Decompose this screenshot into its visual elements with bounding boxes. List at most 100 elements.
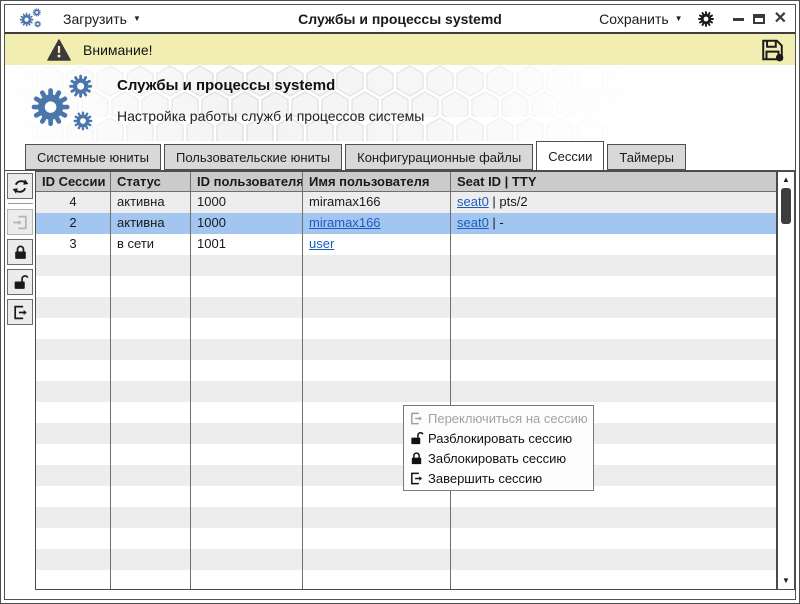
save-session-icon[interactable] xyxy=(760,38,785,62)
cell-session-id xyxy=(36,255,111,276)
cell-seat-tty xyxy=(451,570,776,590)
tab-sessions[interactable]: Сессии xyxy=(536,141,604,170)
table-row-empty[interactable] xyxy=(36,570,776,590)
column-header-session-id[interactable]: ID Сессии xyxy=(36,172,111,191)
cell-status xyxy=(111,507,191,528)
terminate-session-button[interactable] xyxy=(7,299,33,325)
cell-user-id xyxy=(191,255,303,276)
unlock-session-button[interactable] xyxy=(7,269,33,295)
cell-seat-tty xyxy=(451,297,776,318)
cell-session-id xyxy=(36,528,111,549)
cell-user-id xyxy=(191,423,303,444)
banner-subtitle: Настройка работы служб и процессов систе… xyxy=(117,108,424,124)
lock-session-button[interactable] xyxy=(7,239,33,265)
cell-user-id xyxy=(191,318,303,339)
column-header-user-id[interactable]: ID пользователя xyxy=(191,172,303,191)
cell-user-id xyxy=(191,381,303,402)
cell-status xyxy=(111,381,191,402)
cell-status xyxy=(111,360,191,381)
table-row-empty[interactable] xyxy=(36,297,776,318)
context-menu-item[interactable]: Завершить сессию xyxy=(404,468,593,488)
column-header-user-name[interactable]: Имя пользователя xyxy=(303,172,451,191)
user-name-link[interactable]: user xyxy=(309,236,334,251)
save-menu-label: Сохранить xyxy=(599,11,669,27)
settings-gear-icon[interactable] xyxy=(697,10,715,28)
table-row[interactable]: 2активна1000miramax166seat0 | - xyxy=(36,213,776,234)
scroll-up-icon[interactable]: ▲ xyxy=(782,172,790,186)
table-row-empty[interactable] xyxy=(36,507,776,528)
cell-session-id xyxy=(36,276,111,297)
table-row-empty[interactable] xyxy=(36,339,776,360)
cell-session-id xyxy=(36,570,111,590)
context-menu-item-label: Заблокировать сессию xyxy=(428,451,566,466)
context-menu-item-label: Разблокировать сессию xyxy=(428,431,572,446)
table-row-empty[interactable] xyxy=(36,381,776,402)
chevron-down-icon: ▼ xyxy=(675,15,683,23)
tab-system-units[interactable]: Системные юниты xyxy=(25,144,161,170)
save-menu-button[interactable]: Сохранить ▼ xyxy=(599,11,683,27)
table-row-empty[interactable] xyxy=(36,360,776,381)
cell-user-name xyxy=(303,297,451,318)
column-header-seat-tty[interactable]: Seat ID | TTY xyxy=(451,172,776,191)
cell-session-id xyxy=(36,486,111,507)
column-header-status[interactable]: Статус xyxy=(111,172,191,191)
tab-user-units[interactable]: Пользовательские юниты xyxy=(164,144,342,170)
cell-session-id xyxy=(36,465,111,486)
cell-user-name: miramax166 xyxy=(303,213,451,234)
cell-status xyxy=(111,486,191,507)
cell-status xyxy=(111,570,191,590)
window-frame: Загрузить ▼ Службы и процессы systemd Со… xyxy=(4,4,796,600)
cell-status xyxy=(111,276,191,297)
table-row-empty[interactable] xyxy=(36,528,776,549)
table-row-empty[interactable] xyxy=(36,276,776,297)
refresh-icon xyxy=(12,178,29,195)
switch-session-button[interactable] xyxy=(7,209,33,235)
seat-id-link[interactable]: seat0 xyxy=(457,194,489,209)
cell-user-id: 1000 xyxy=(191,192,303,213)
cell-seat-tty xyxy=(451,528,776,549)
context-menu-item[interactable]: Заблокировать сессию xyxy=(404,448,593,468)
cell-user-name: user xyxy=(303,234,451,255)
refresh-button[interactable] xyxy=(7,173,33,199)
context-menu-item[interactable]: Разблокировать сессию xyxy=(404,428,593,448)
window-title: Службы и процессы systemd xyxy=(298,11,502,27)
seat-id-link[interactable]: seat0 xyxy=(457,215,489,230)
user-name-link[interactable]: miramax166 xyxy=(309,215,381,230)
cell-session-id xyxy=(36,423,111,444)
scrollbar-thumb[interactable] xyxy=(781,188,791,224)
tab-config-files[interactable]: Конфигурационные файлы xyxy=(345,144,533,170)
cell-session-id xyxy=(36,318,111,339)
lock-icon xyxy=(12,244,29,261)
vertical-scrollbar[interactable]: ▲ ▼ xyxy=(777,171,795,590)
context-menu-item-label: Переключиться на сессию xyxy=(428,411,588,426)
table-row[interactable]: 4активна1000miramax166seat0 | pts/2 xyxy=(36,192,776,213)
cell-status xyxy=(111,339,191,360)
logout-icon xyxy=(12,304,29,321)
cell-session-id xyxy=(36,339,111,360)
cell-status xyxy=(111,402,191,423)
switch-session-icon xyxy=(12,214,29,231)
tab-timers[interactable]: Таймеры xyxy=(607,144,686,170)
table-row-empty[interactable] xyxy=(36,255,776,276)
close-button[interactable]: ✕ xyxy=(774,11,787,27)
minimize-button[interactable] xyxy=(733,18,744,21)
scroll-down-icon[interactable]: ▼ xyxy=(782,575,790,589)
table-row[interactable]: 3в сети1001user xyxy=(36,234,776,255)
tab-strip: Системные юнитыПользовательские юнитыКон… xyxy=(5,141,795,170)
table-row-empty[interactable] xyxy=(36,318,776,339)
cell-seat-tty xyxy=(451,360,776,381)
tty-text: | pts/2 xyxy=(489,194,528,209)
unlock-icon xyxy=(12,274,29,291)
cell-user-id xyxy=(191,444,303,465)
cell-user-id xyxy=(191,402,303,423)
load-menu-label: Загрузить xyxy=(63,11,127,27)
cell-user-name xyxy=(303,276,451,297)
cell-status xyxy=(111,528,191,549)
cell-user-id xyxy=(191,528,303,549)
context-menu-item[interactable]: Переключиться на сессию xyxy=(404,408,593,428)
table-row-empty[interactable] xyxy=(36,549,776,570)
cell-user-name xyxy=(303,570,451,590)
banner-title: Службы и процессы systemd xyxy=(117,77,424,94)
maximize-button[interactable] xyxy=(753,14,765,24)
load-menu-button[interactable]: Загрузить ▼ xyxy=(63,11,141,27)
